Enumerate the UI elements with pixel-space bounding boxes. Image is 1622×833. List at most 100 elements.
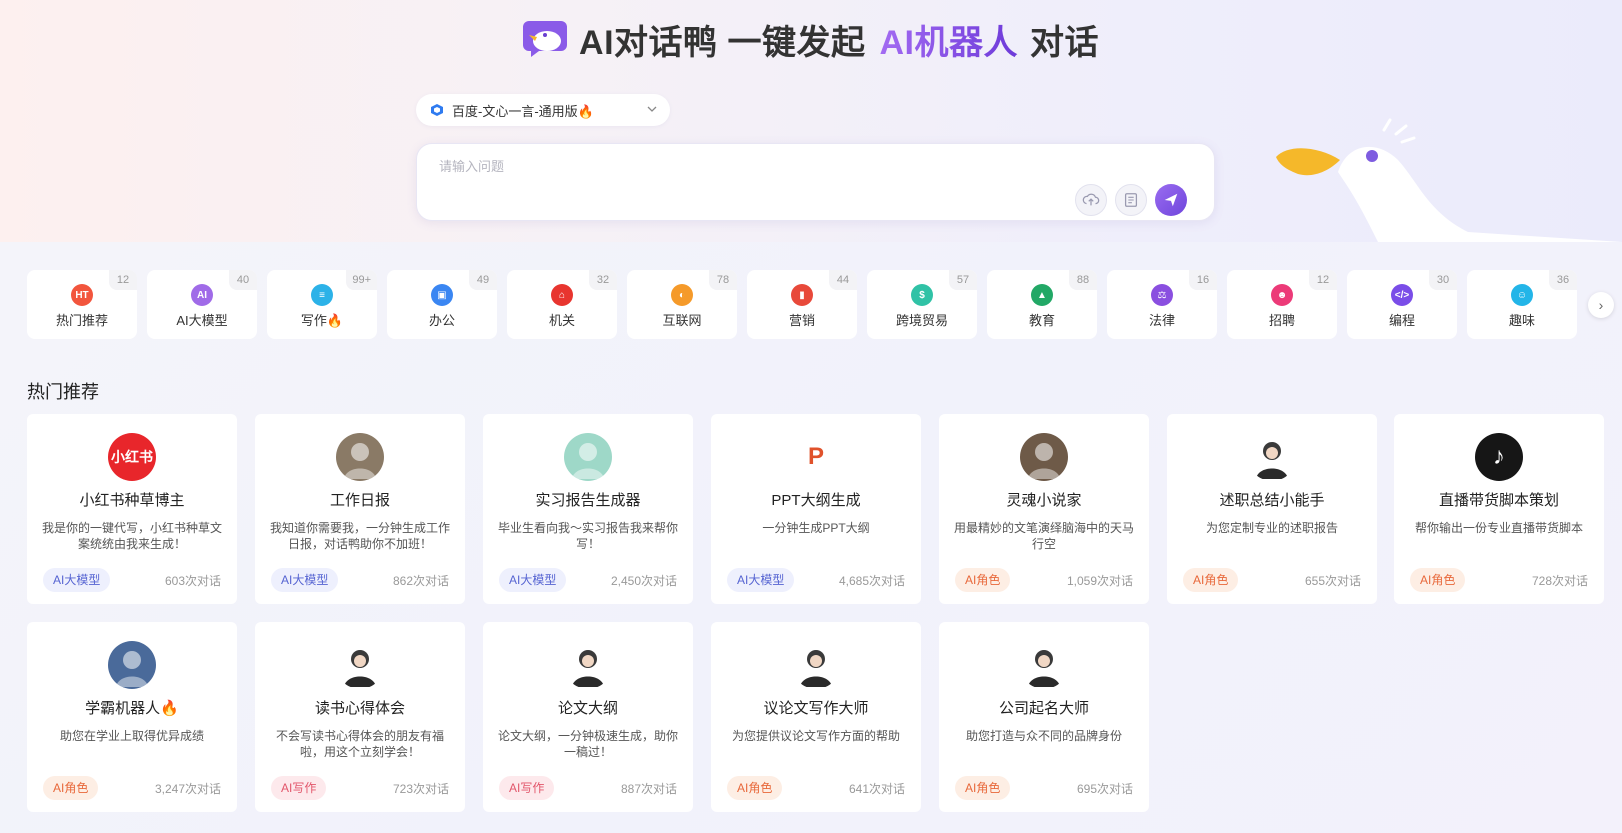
bot-tag[interactable]: AI写作 — [271, 776, 327, 800]
bot-tag[interactable]: AI角色 — [955, 568, 1011, 592]
bot-tag[interactable]: AI写作 — [499, 776, 555, 800]
bot-description: 助您打造与众不同的品牌身份 — [965, 729, 1122, 743]
goose-mascot-icon — [1276, 118, 1622, 242]
category-label: 法律 — [1148, 313, 1175, 328]
knowledge-book-button[interactable] — [1115, 184, 1147, 216]
bot-description: 我是你的一键代写，小红书种草文案统统由我来生成！ — [42, 521, 223, 551]
bot-tag[interactable]: AI大模型 — [43, 568, 111, 592]
category-tab[interactable]: 36 ☺ 趣味 — [1467, 270, 1577, 339]
bot-card[interactable]: 读书心得体会 不会写读书心得体会的朋友有福啦，用这个立刻学会！ AI写作 723次对话 — [255, 622, 465, 812]
bot-description: 论文大纲，一分钟极速生成，助你一稿过！ — [498, 729, 679, 759]
bot-tag[interactable]: AI大模型 — [271, 568, 339, 592]
category-tab[interactable]: 57 $ 跨境贸易 — [867, 270, 977, 339]
category-tab[interactable]: 32 ⌂ 机关 — [507, 270, 617, 339]
bot-chat-count: 655次对话 — [1304, 573, 1361, 588]
bot-avatar — [1020, 641, 1068, 689]
bot-card-footer: AI角色 641次对话 — [727, 776, 905, 800]
bot-title: PPT大纲生成 — [771, 492, 861, 509]
bot-card[interactable]: 灵魂小说家 用最精妙的文笔演绎脑海中的天马行空 AI角色 1,059次对话 — [939, 414, 1149, 604]
bot-avatar — [564, 433, 612, 481]
bot-avatar — [1248, 433, 1296, 481]
code-icon: </> — [1391, 284, 1413, 306]
upload-button[interactable] — [1075, 184, 1107, 216]
model-select[interactable]: 百度-文心一言-通用版🔥 — [416, 94, 670, 126]
bot-tag[interactable]: AI角色 — [1410, 568, 1466, 592]
title-part3: 对话 — [1029, 23, 1099, 62]
bot-tag[interactable]: AI角色 — [727, 776, 783, 800]
send-icon — [1164, 193, 1178, 207]
bot-avatar — [1020, 433, 1068, 481]
bot-card[interactable]: P PPT大纲生成 一分钟生成PPT大纲 AI大模型 4,685次对话 — [711, 414, 921, 604]
bot-tag[interactable]: AI角色 — [43, 776, 99, 800]
question-input[interactable] — [439, 156, 1039, 186]
smile-icon: ☺ — [1511, 284, 1533, 306]
category-count-badge: 16 — [1189, 270, 1217, 290]
bot-card-footer: AI角色 695次对话 — [955, 776, 1133, 800]
category-tab[interactable]: 12 HT 热门推荐 — [27, 270, 137, 339]
category-label: 教育 — [1028, 313, 1055, 328]
category-tab[interactable]: 12 ☻ 招聘 — [1227, 270, 1337, 339]
bot-title: 工作日报 — [329, 492, 390, 509]
category-label: AI大模型 — [176, 313, 228, 328]
category-tab[interactable]: 99+ ≡ 写作🔥 — [267, 270, 377, 339]
bot-tag[interactable]: AI大模型 — [499, 568, 567, 592]
bot-card[interactable]: 实习报告生成器 毕业生看向我～实习报告我来帮你写！ AI大模型 2,450次对话 — [483, 414, 693, 604]
category-label: 机关 — [548, 313, 575, 328]
bot-tag[interactable]: AI角色 — [955, 776, 1011, 800]
bot-card[interactable]: 工作日报 我知道你需要我，一分钟生成工作日报，对话鸭助你不加班！ AI大模型 862次… — [255, 414, 465, 604]
bot-avatar — [792, 641, 840, 689]
bot-chat-count: 4,685次对话 — [838, 573, 905, 588]
bot-chat-count: 1,059次对话 — [1066, 573, 1133, 588]
category-label: 写作🔥 — [300, 313, 344, 328]
category-tab[interactable]: 44 ▮ 营销 — [747, 270, 857, 339]
category-count-badge: 78 — [709, 270, 737, 290]
bot-card-footer: AI写作 887次对话 — [499, 776, 677, 800]
chevron-down-icon — [647, 106, 657, 112]
bot-tag[interactable]: AI角色 — [1183, 568, 1239, 592]
bot-chat-count: 641次对话 — [848, 781, 905, 796]
category-tab[interactable]: 16 ⚖ 法律 — [1107, 270, 1217, 339]
categories-next-button[interactable]: › — [1588, 292, 1614, 318]
category-label: 趣味 — [1508, 313, 1535, 328]
bot-card[interactable]: 公司起名大师 助您打造与众不同的品牌身份 AI角色 695次对话 — [939, 622, 1149, 812]
category-count-badge: 49 — [469, 270, 497, 290]
category-count-badge: 32 — [589, 270, 617, 290]
category-tab[interactable]: 78 ◐ 互联网 — [627, 270, 737, 339]
bot-card[interactable]: 论文大纲 论文大纲，一分钟极速生成，助你一稿过！ AI写作 887次对话 — [483, 622, 693, 812]
title-highlight: AI机器人 — [879, 15, 1018, 64]
building-icon: ⌂ — [551, 284, 573, 306]
fire-icon: HT — [71, 284, 93, 306]
bot-card[interactable]: 议论文写作大师 为您提供议论文写作方面的帮助 AI角色 641次对话 — [711, 622, 921, 812]
category-count-badge: 12 — [1309, 270, 1337, 290]
bot-description: 助您在学业上取得优异成绩 — [59, 729, 204, 743]
gavel-icon: ⚖ — [1151, 284, 1173, 306]
bot-card-footer: AI角色 3,247次对话 — [43, 776, 221, 800]
bot-description: 用最精妙的文笔演绎脑海中的天马行空 — [954, 521, 1135, 551]
bot-chat-count: 862次对话 — [392, 573, 449, 588]
category-tab[interactable]: 88 ▲ 教育 — [987, 270, 1097, 339]
bot-title: 述职总结小能手 — [1219, 492, 1325, 509]
send-button[interactable] — [1155, 184, 1187, 216]
category-count-badge: 40 — [229, 270, 257, 290]
category-tab[interactable]: 30 </> 编程 — [1347, 270, 1457, 339]
category-label: 互联网 — [662, 313, 702, 328]
category-count-badge: 44 — [829, 270, 857, 290]
bot-card[interactable]: ♪ 直播带货脚本策划 帮你输出一份专业直播带货脚本 AI角色 728次对话 — [1394, 414, 1604, 604]
bot-card[interactable]: 学霸机器人🔥 助您在学业上取得优异成绩 AI角色 3,247次对话 — [27, 622, 237, 812]
bot-card[interactable]: 述职总结小能手 为您定制专业的述职报告 AI角色 655次对话 — [1167, 414, 1377, 604]
category-label: 编程 — [1388, 313, 1415, 328]
bot-chat-count: 603次对话 — [164, 573, 221, 588]
category-tab[interactable]: 40 AI AI大模型 — [147, 270, 257, 339]
title-part1: AI对话鸭 一键发起 — [579, 23, 866, 62]
category-label: 跨境贸易 — [895, 313, 948, 328]
bot-card-footer: AI角色 1,059次对话 — [955, 568, 1133, 592]
bot-chat-count: 728次对话 — [1531, 573, 1588, 588]
bot-card[interactable]: 小红书 小红书种草博主 我是你的一键代写，小红书种草文案统统由我来生成！ AI大模型 6… — [27, 414, 237, 604]
bot-title: 直播带货脚本策划 — [1438, 492, 1559, 509]
bot-tag[interactable]: AI大模型 — [727, 568, 795, 592]
category-tab[interactable]: 49 ▣ 办公 — [387, 270, 497, 339]
bot-description: 为您提供议论文写作方面的帮助 — [731, 729, 900, 743]
category-label: 办公 — [428, 313, 455, 328]
chevron-right-icon: › — [1598, 297, 1604, 313]
duck-logo-icon — [523, 21, 568, 57]
